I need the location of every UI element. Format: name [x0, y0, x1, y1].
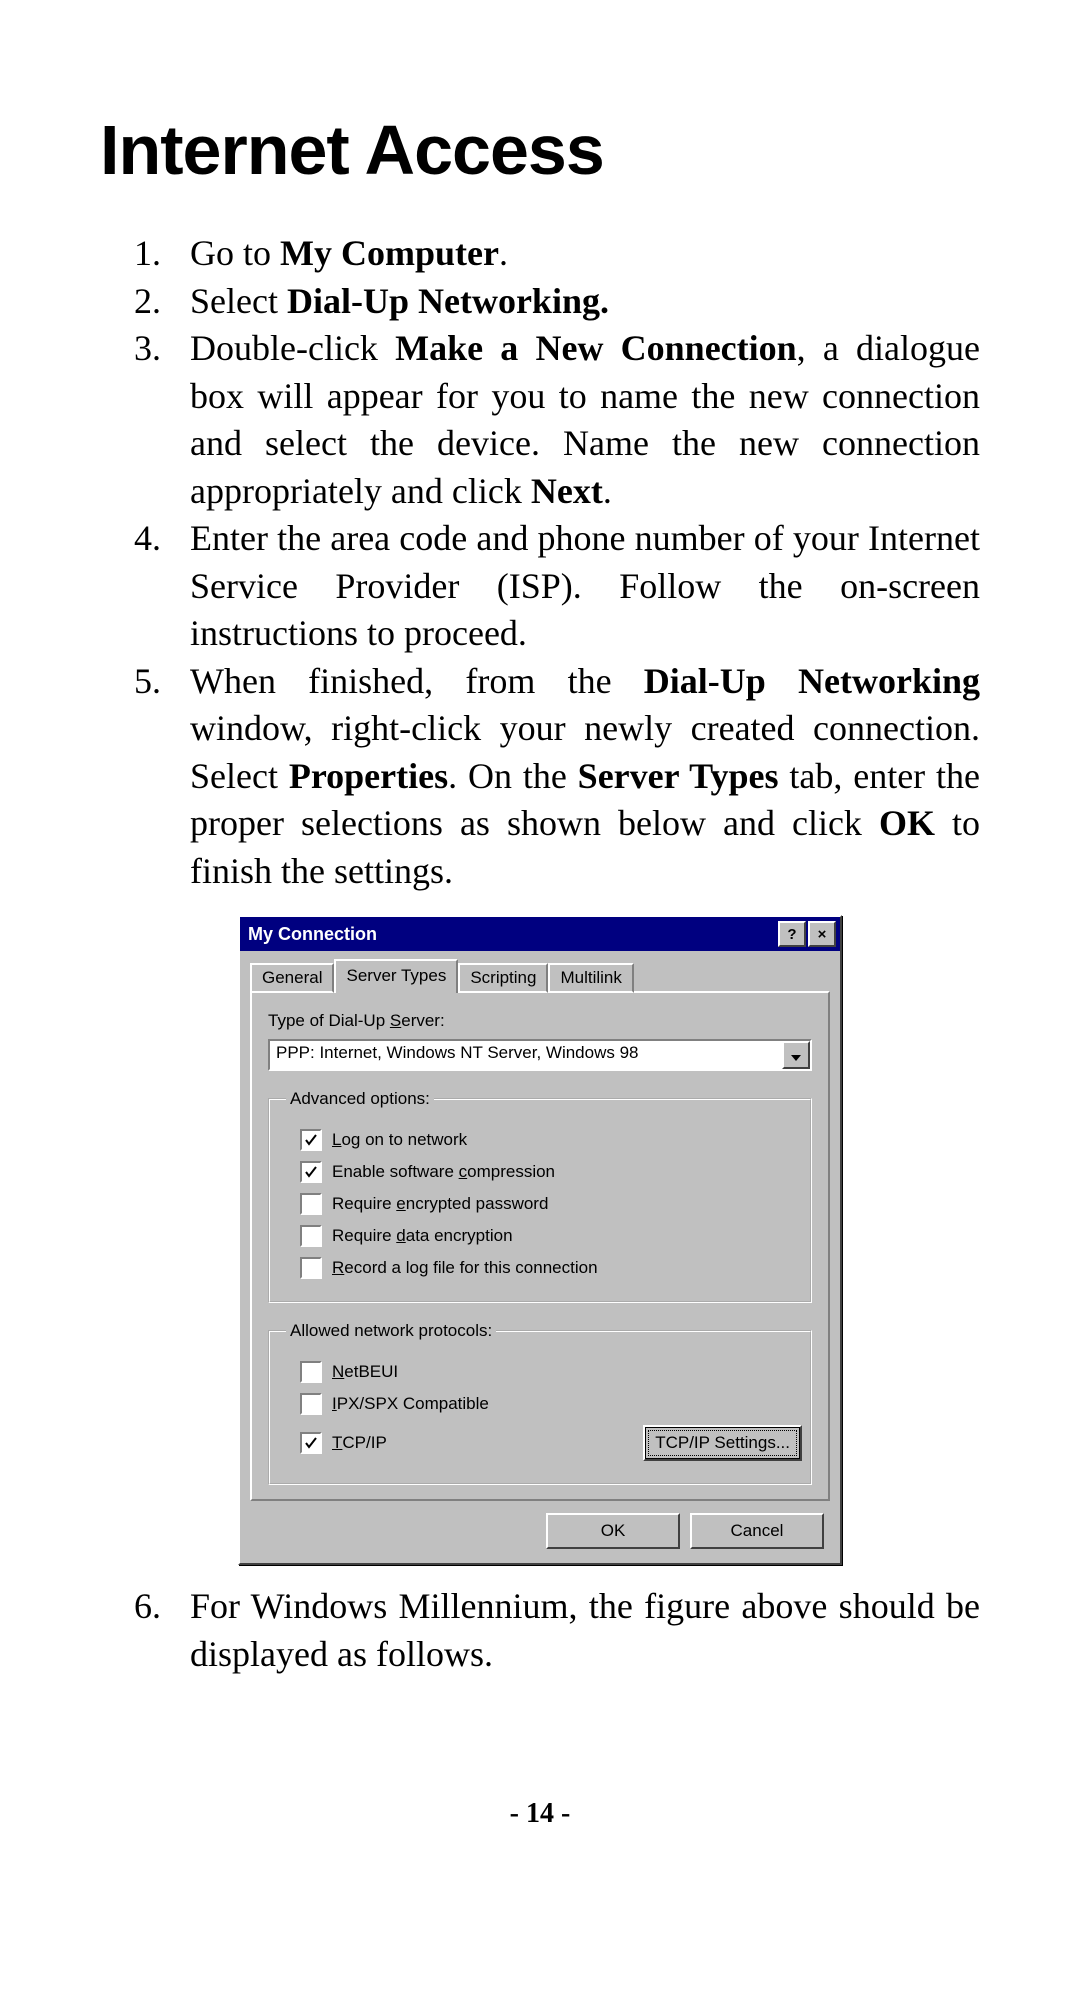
- server-type-label: Type of Dial-Up Server:: [268, 1011, 812, 1031]
- checkbox-icon: [300, 1129, 322, 1151]
- tab-multilink[interactable]: Multilink: [548, 963, 633, 993]
- server-type-dropdown[interactable]: PPP: Internet, Windows NT Server, Window…: [268, 1039, 812, 1071]
- close-button[interactable]: ×: [808, 921, 836, 947]
- checkbox-icon: [300, 1393, 322, 1415]
- step-1: Go to My Computer.: [170, 230, 980, 278]
- step-5: When finished, from the Dial-Up Networki…: [170, 658, 980, 896]
- dropdown-button[interactable]: [782, 1041, 810, 1069]
- advanced-options-group: Advanced options: Log on to network Enab…: [268, 1089, 812, 1303]
- step-4: Enter the area code and phone number of …: [170, 515, 980, 658]
- help-button[interactable]: ?: [778, 921, 806, 947]
- step-6: For Windows Millennium, the figure above…: [170, 1583, 980, 1678]
- checkbox-ipx-spx[interactable]: IPX/SPX Compatible: [300, 1393, 802, 1415]
- dialog-titlebar[interactable]: My Connection ? ×: [240, 917, 840, 951]
- tab-server-types[interactable]: Server Types: [334, 959, 458, 993]
- close-icon: ×: [818, 927, 827, 942]
- checkbox-data-encryption[interactable]: Require data encryption: [300, 1225, 802, 1247]
- checkbox-icon: [300, 1361, 322, 1383]
- server-type-value: PPP: Internet, Windows NT Server, Window…: [270, 1041, 782, 1069]
- step-3: Double-click Make a New Connection, a di…: [170, 325, 980, 515]
- tab-strip: General Server Types Scripting Multilink: [250, 959, 830, 993]
- instruction-list: Go to My Computer. Select Dial-Up Networ…: [100, 230, 980, 895]
- checkbox-icon: [300, 1161, 322, 1183]
- tab-general[interactable]: General: [250, 963, 334, 993]
- instruction-list-cont: For Windows Millennium, the figure above…: [100, 1583, 980, 1678]
- checkbox-netbeui[interactable]: NetBEUI: [300, 1361, 802, 1383]
- allowed-protocols-legend: Allowed network protocols:: [286, 1321, 496, 1341]
- question-icon: ?: [787, 927, 796, 942]
- my-connection-dialog: My Connection ? × General Server Types S…: [238, 915, 842, 1565]
- cancel-button[interactable]: Cancel: [690, 1513, 824, 1549]
- tcpip-settings-button[interactable]: TCP/IP Settings...: [643, 1425, 802, 1461]
- checkbox-software-compression[interactable]: Enable software compression: [300, 1161, 802, 1183]
- page-number: - 14 -: [100, 1798, 980, 1830]
- checkbox-tcpip[interactable]: [300, 1432, 322, 1454]
- checkbox-encrypted-password[interactable]: Require encrypted password: [300, 1193, 802, 1215]
- checkbox-icon: [300, 1193, 322, 1215]
- tab-pane-server-types: Type of Dial-Up Server: PPP: Internet, W…: [250, 991, 830, 1501]
- checkbox-log-on-network[interactable]: Log on to network: [300, 1129, 802, 1151]
- checkbox-icon: [300, 1225, 322, 1247]
- checkbox-tcpip-row: TCP/IP TCP/IP Settings...: [300, 1425, 802, 1461]
- chevron-down-icon: [791, 1045, 801, 1066]
- ok-button[interactable]: OK: [546, 1513, 680, 1549]
- tab-scripting[interactable]: Scripting: [458, 963, 548, 993]
- page-title: Internet Access: [100, 110, 980, 190]
- dialog-title: My Connection: [248, 924, 377, 945]
- allowed-protocols-group: Allowed network protocols: NetBEUI IPX/S…: [268, 1321, 812, 1485]
- checkbox-icon: [300, 1257, 322, 1279]
- step-2: Select Dial-Up Networking.: [170, 278, 980, 326]
- advanced-options-legend: Advanced options:: [286, 1089, 434, 1109]
- checkbox-record-log-file[interactable]: Record a log file for this connection: [300, 1257, 802, 1279]
